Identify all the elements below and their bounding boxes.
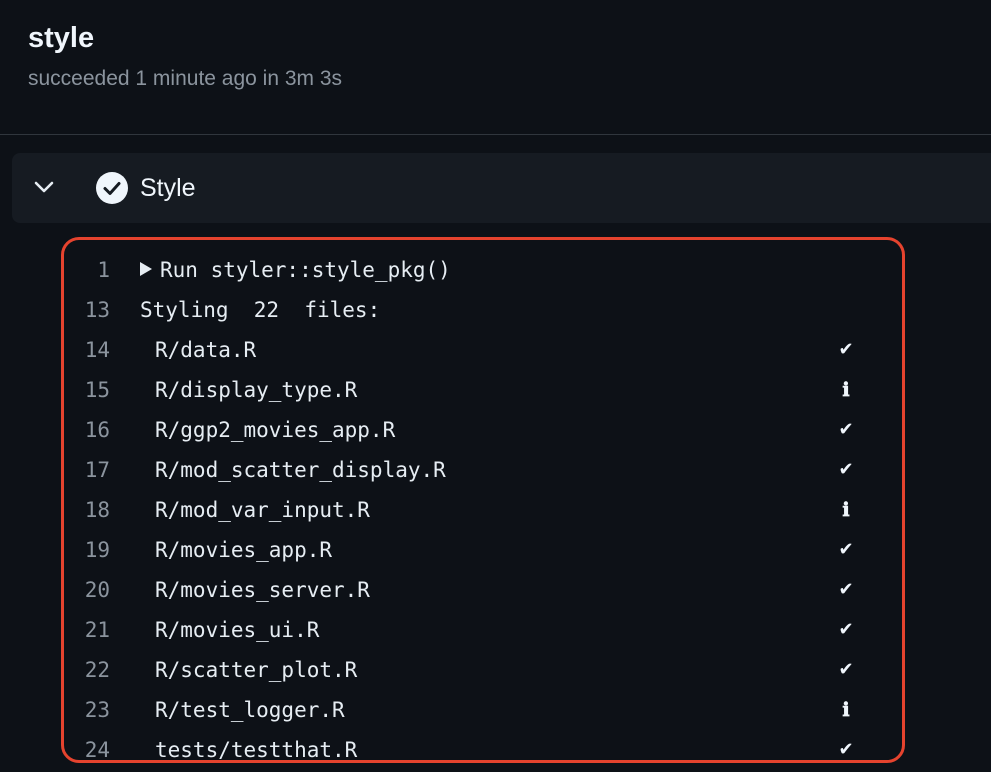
job-title: style <box>28 22 95 54</box>
line-text: R/display_type.R <box>155 378 358 402</box>
log-output-highlight: 1 Run styler::style_pkg()13 Styling 22 fil… <box>61 237 905 763</box>
line-number[interactable]: 15 <box>64 370 110 410</box>
line-text: R/mod_scatter_display.R <box>155 458 446 482</box>
line-number[interactable]: 13 <box>64 290 110 330</box>
line-text: Run styler::style_pkg() <box>140 250 451 290</box>
info-icon: ℹ <box>842 379 850 401</box>
info-icon: ℹ <box>842 499 850 521</box>
log-line: 17 R/mod_scatter_display.R ✔ <box>64 450 902 490</box>
line-number[interactable]: 19 <box>64 530 110 570</box>
line-number[interactable]: 16 <box>64 410 110 450</box>
log-line: 16 R/ggp2_movies_app.R ✔ <box>64 410 902 450</box>
line-text-content: Run styler::style_pkg() <box>160 258 451 282</box>
line-number[interactable]: 24 <box>64 730 110 760</box>
log-line: 20 R/movies_server.R ✔ <box>64 570 902 610</box>
line-text: R/mod_var_input.R <box>155 498 370 522</box>
checkmark-icon: ✔ <box>838 619 854 640</box>
checkmark-icon: ✔ <box>838 539 854 560</box>
line-text: R/movies_ui.R <box>155 618 320 642</box>
checkmark-icon: ✔ <box>838 459 854 480</box>
log-line-collapsible[interactable]: 1 Run styler::style_pkg() <box>64 250 902 290</box>
job-status-text: succeeded 1 minute ago in 3m 3s <box>28 67 343 90</box>
log-line: 19 R/movies_app.R ✔ <box>64 530 902 570</box>
log-line: 15 R/display_type.R ℹ <box>64 370 902 410</box>
line-number[interactable]: 14 <box>64 330 110 370</box>
line-text: R/scatter_plot.R <box>155 658 358 682</box>
log-line: 23 R/test_logger.R ℹ <box>64 690 902 730</box>
line-text: R/movies_app.R <box>155 538 333 562</box>
line-text: R/movies_server.R <box>155 578 370 602</box>
check-circle-icon <box>96 172 128 204</box>
chevron-down-icon[interactable] <box>32 175 56 199</box>
checkmark-icon: ✔ <box>838 579 854 600</box>
step-header-style[interactable]: Style <box>12 153 991 223</box>
log-line: 18 R/mod_var_input.R ℹ <box>64 490 902 530</box>
checkmark-icon: ✔ <box>838 339 854 360</box>
log-line: 13 Styling 22 files: <box>64 290 902 330</box>
log-line: 22 R/scatter_plot.R ✔ <box>64 650 902 690</box>
line-text: Styling 22 files: <box>140 298 381 322</box>
line-number[interactable]: 23 <box>64 690 110 730</box>
expand-triangle-icon[interactable] <box>140 262 152 276</box>
info-icon: ℹ <box>842 699 850 721</box>
checkmark-icon: ✔ <box>838 739 854 760</box>
line-number[interactable]: 18 <box>64 490 110 530</box>
line-text: tests/testthat.R <box>155 738 358 762</box>
line-number[interactable]: 21 <box>64 610 110 650</box>
log-line: 14 R/data.R ✔ <box>64 330 902 370</box>
checkmark-icon: ✔ <box>838 419 854 440</box>
job-header: style succeeded 1 minute ago in 3m 3s <box>0 0 991 135</box>
step-name: Style <box>140 174 196 202</box>
line-number[interactable]: 20 <box>64 570 110 610</box>
line-number[interactable]: 22 <box>64 650 110 690</box>
line-text: R/data.R <box>155 338 257 362</box>
line-number[interactable]: 17 <box>64 450 110 490</box>
log-line: 21 R/movies_ui.R ✔ <box>64 610 902 650</box>
checkmark-icon: ✔ <box>838 659 854 680</box>
line-number[interactable]: 1 <box>64 250 110 290</box>
log-line: 24 tests/testthat.R ✔ <box>64 730 902 762</box>
line-text: R/test_logger.R <box>155 698 345 722</box>
line-text: R/ggp2_movies_app.R <box>155 418 396 442</box>
